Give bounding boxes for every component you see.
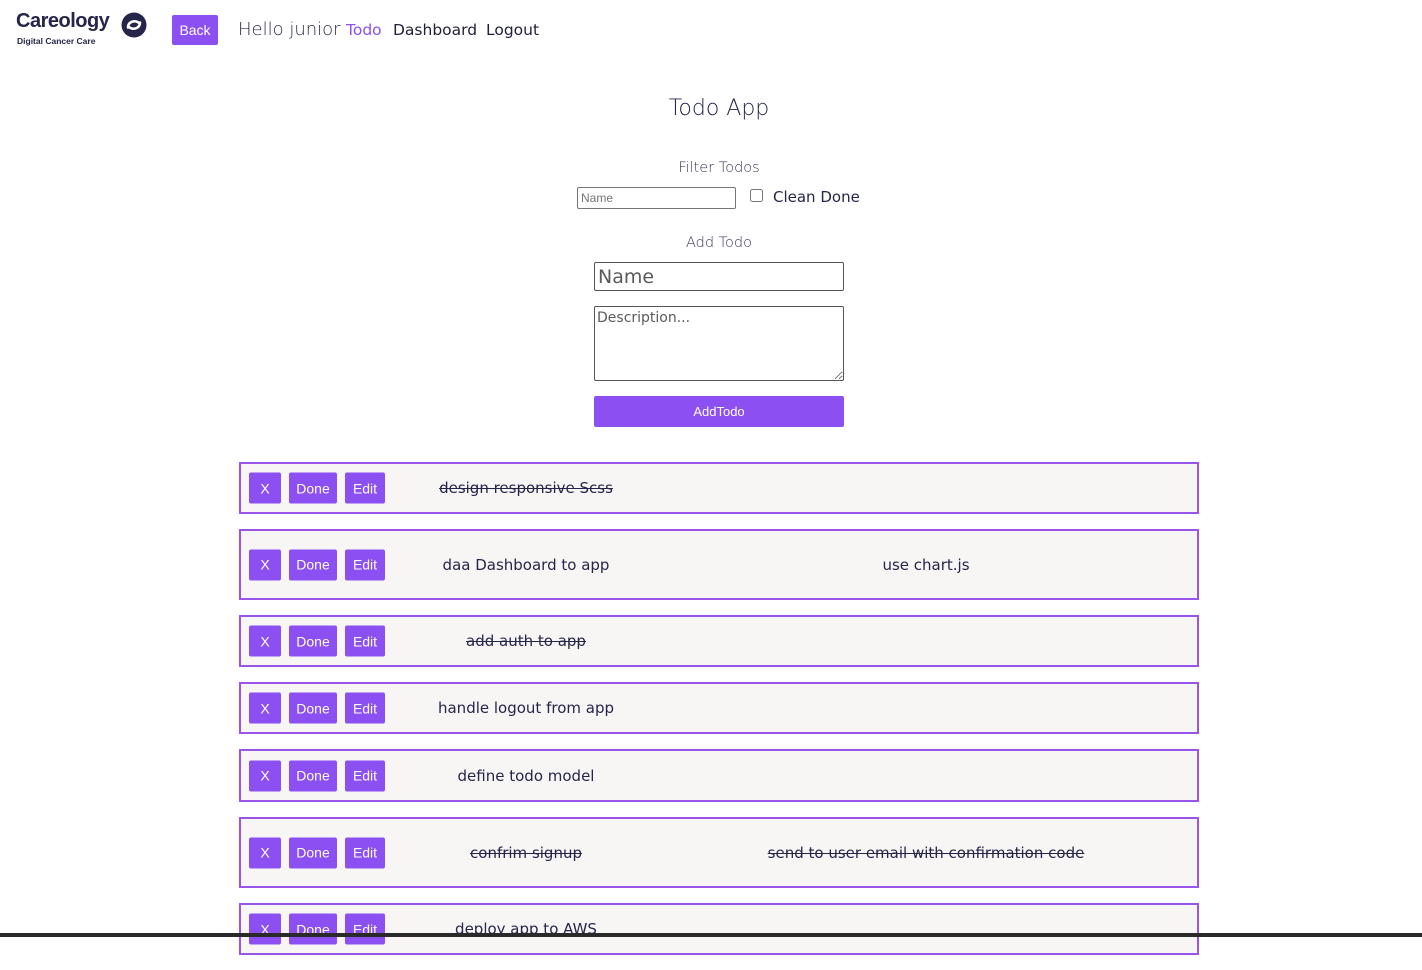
done-todo-button[interactable]: Done: [289, 760, 337, 791]
delete-todo-button[interactable]: X: [249, 549, 281, 580]
todo-item: X Done Edit handle logout from app: [239, 682, 1199, 734]
top-nav-bar: Careology Digital Cancer Care Back Hello…: [0, 0, 1422, 62]
add-name-input[interactable]: [594, 262, 844, 291]
todo-name: design responsive Scss: [439, 479, 613, 497]
done-todo-button[interactable]: Done: [289, 692, 337, 724]
todo-name: confrim signup: [470, 843, 582, 862]
todo-item: X Done Edit add auth to app: [239, 615, 1199, 667]
careology-swirl-icon: [121, 12, 147, 38]
done-todo-button[interactable]: Done: [289, 472, 337, 504]
delete-todo-button[interactable]: X: [249, 692, 281, 724]
done-todo-button[interactable]: Done: [289, 837, 337, 868]
window-bottom-edge: [0, 933, 1422, 937]
todo-name: handle logout from app: [437, 699, 614, 717]
clean-done-label: Clean Done: [773, 188, 860, 206]
edit-todo-button[interactable]: Edit: [345, 549, 385, 580]
edit-todo-button[interactable]: Edit: [345, 837, 385, 868]
nav-link-todo[interactable]: Todo: [346, 21, 382, 39]
todo-item: X Done Edit design responsive Scss: [239, 462, 1199, 514]
edit-todo-button[interactable]: Edit: [345, 760, 385, 791]
todo-item: X Done Edit define todo model: [239, 749, 1199, 802]
add-section-label: Add Todo: [685, 235, 753, 251]
nav-link-logout[interactable]: Logout: [486, 21, 539, 39]
todo-item: X Done Edit daa Dashboard to app use cha…: [239, 529, 1199, 600]
todo-description: use chart.js: [882, 555, 970, 574]
user-greeting: Hello junior: [238, 19, 341, 40]
todo-name: daa Dashboard to app: [442, 555, 610, 574]
logo-wordmark: Careology: [16, 10, 110, 32]
delete-todo-button[interactable]: X: [249, 913, 281, 945]
todo-item: X Done Edit confrim signup send to user …: [239, 817, 1199, 888]
edit-todo-button[interactable]: Edit: [345, 625, 385, 657]
page-title: Todo App: [668, 96, 770, 121]
delete-todo-button[interactable]: X: [249, 472, 281, 504]
add-description-textarea[interactable]: [594, 306, 844, 381]
done-todo-button[interactable]: Done: [289, 625, 337, 657]
delete-todo-button[interactable]: X: [249, 760, 281, 791]
logo-tagline: Digital Cancer Care: [17, 36, 96, 46]
todo-item: X Done Edit deploy app to AWS: [239, 903, 1199, 955]
delete-todo-button[interactable]: X: [249, 625, 281, 657]
back-button[interactable]: Back: [172, 15, 218, 45]
edit-todo-button[interactable]: Edit: [345, 472, 385, 504]
edit-todo-button[interactable]: Edit: [345, 913, 385, 945]
edit-todo-button[interactable]: Edit: [345, 692, 385, 724]
clean-done-checkbox[interactable]: [750, 189, 763, 202]
filter-name-input[interactable]: [577, 187, 736, 209]
filter-section-label: Filter Todos: [678, 160, 760, 176]
todo-description: send to user email with confirmation cod…: [767, 843, 1085, 862]
add-todo-button[interactable]: AddTodo: [594, 396, 844, 427]
todo-name: define todo model: [457, 766, 595, 785]
nav-link-dashboard[interactable]: Dashboard: [393, 21, 477, 39]
todo-list: X Done Edit design responsive Scss X Don…: [239, 462, 1199, 970]
todo-name: add auth to app: [466, 632, 586, 650]
careology-logo[interactable]: Careology Digital Cancer Care: [16, 10, 151, 50]
done-todo-button[interactable]: Done: [289, 913, 337, 945]
done-todo-button[interactable]: Done: [289, 549, 337, 580]
delete-todo-button[interactable]: X: [249, 837, 281, 868]
